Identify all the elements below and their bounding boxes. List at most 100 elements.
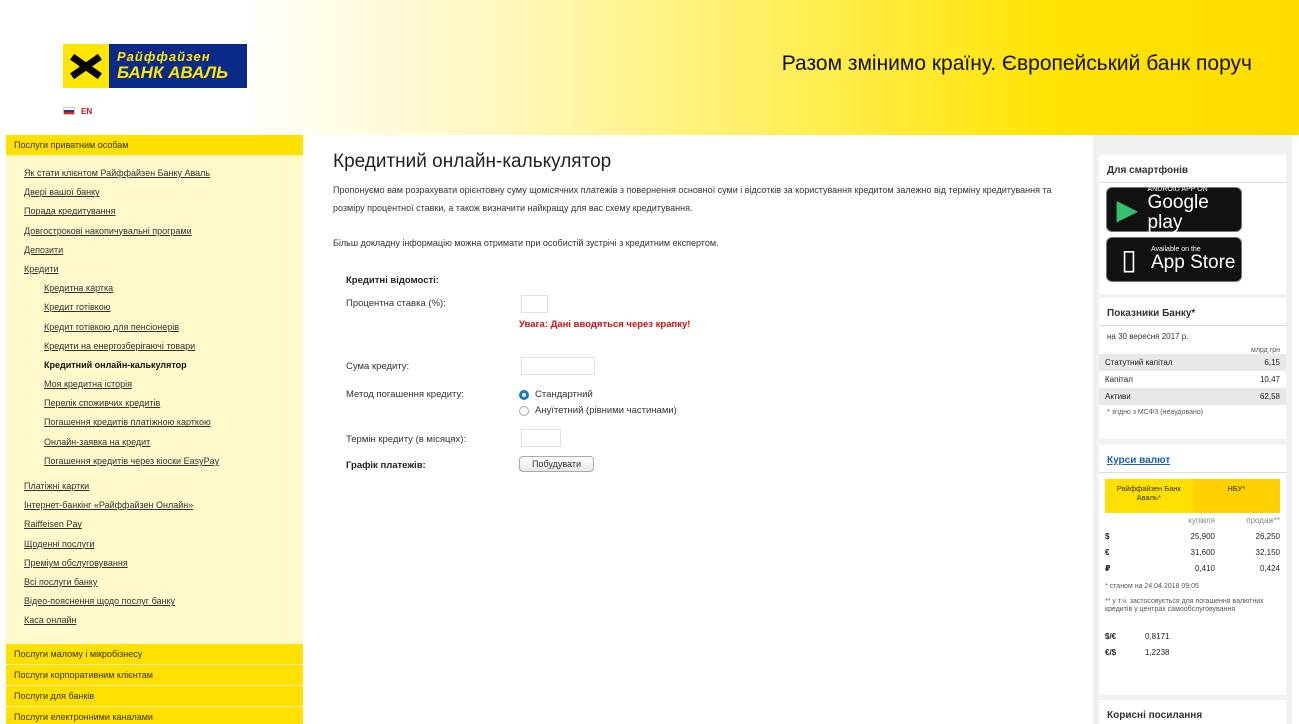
rates-buy-label: купівля: [1188, 516, 1215, 525]
nav-item[interactable]: Порада кредитування: [24, 202, 303, 221]
nav-item[interactable]: Двері вашої банку: [24, 183, 303, 202]
nav-item[interactable]: Як стати клієнтом Райффайзен Банку Аваль: [24, 164, 303, 183]
rate-sell: 0,424: [1259, 564, 1280, 573]
indicators-heading: Показники Банку*: [1099, 298, 1286, 326]
nav-category-private[interactable]: Послуги приватним особам: [6, 135, 303, 156]
logo-line-2: БАНК АВАЛЬ: [117, 62, 229, 82]
rate-sell: 26,250: [1255, 532, 1280, 541]
rate-buy: 0,410: [1194, 564, 1215, 573]
currency-symbol: $: [1105, 532, 1110, 541]
rates-header: Райффайзен Банк Аваль* НБУ*: [1105, 479, 1280, 513]
nav-category-corporate[interactable]: Послуги корпоративним клієнтам: [6, 665, 303, 686]
method-radio-standard[interactable]: Стандартний: [519, 389, 593, 400]
app-store-button[interactable]: ▯ Available on the App Store: [1106, 237, 1242, 282]
nav-subitem[interactable]: Погашення кредитів через кіоски EasyPay: [24, 452, 303, 471]
currency-symbol: €: [1105, 548, 1110, 557]
indicator-name: Статутний капітал: [1105, 358, 1173, 367]
term-input[interactable]: [521, 429, 561, 447]
amount-input[interactable]: [521, 357, 595, 375]
build-schedule-button[interactable]: Побудувати: [519, 456, 594, 472]
site-header: Райффайзен БАНК АВАЛЬ EN Разом змінимо к…: [0, 0, 1299, 135]
nav-item[interactable]: Raiffeisen Pay: [24, 515, 303, 534]
cross-value: 0,8171: [1145, 631, 1170, 641]
indicator-value: 6,15: [1264, 358, 1280, 367]
rate-input[interactable]: [521, 295, 548, 313]
nav-item[interactable]: Депозити: [24, 241, 303, 260]
nav-item[interactable]: Відео-пояснення щодо послуг банку: [24, 592, 303, 611]
nav-subitem[interactable]: Кредит готівкою: [24, 298, 303, 317]
method-option-label: Ануїтетний (рівними частинами): [535, 405, 677, 416]
nav-subitem[interactable]: Моя кредитна історія: [24, 375, 303, 394]
nav-categories-bottom: Послуги малому і мікробізнесу Послуги ко…: [6, 644, 303, 724]
rates-col-nbu[interactable]: НБУ*: [1192, 479, 1280, 513]
indicator-row: Активи 62,58: [1099, 388, 1286, 405]
lang-en-link[interactable]: EN: [81, 107, 92, 116]
nav-item[interactable]: Каса онлайн: [24, 611, 303, 630]
nav-subitem[interactable]: Кредити на енергозберігаючі товари: [24, 337, 303, 356]
intro-paragraph: Пропонуємо вам розрахувати орієнтовну су…: [333, 185, 1052, 213]
indicators-note: * згідно з МСФЗ (неаудовано): [1107, 409, 1204, 416]
nav-subitem[interactable]: Кредитна картка: [24, 279, 303, 298]
radio-unchecked-icon[interactable]: [519, 405, 529, 416]
rate-buy: 25,900: [1190, 532, 1215, 541]
apps-heading: Для смартфонів: [1099, 155, 1286, 183]
nav-item[interactable]: Преміум обслуговування: [24, 554, 303, 573]
decimal-warning: Увага: Дані вводяться через крапку!: [519, 319, 691, 330]
rate-row: €31,600 32,150: [1099, 545, 1286, 561]
nav-item[interactable]: Інтернет-банкінг «Райффайзен Онлайн»: [24, 496, 303, 515]
rates-col-bank[interactable]: Райффайзен Банк Аваль*: [1105, 479, 1193, 513]
method-option-label: Стандартний: [535, 389, 593, 400]
nav-item-credits[interactable]: Кредити: [24, 260, 303, 279]
currency-symbol: ₽: [1105, 564, 1111, 573]
schedule-label: Графік платежів:: [346, 460, 426, 471]
rates-usage-note: ** у т.ч. застосовується для погашення в…: [1105, 598, 1264, 614]
radio-checked-icon[interactable]: [519, 389, 529, 400]
header-slogan: Разом змінимо країну. Європейський банк …: [781, 52, 1252, 75]
nav-subitem-active[interactable]: Кредитний онлайн-калькулятор: [24, 356, 303, 375]
useful-links-heading: Корисні посилання: [1107, 710, 1203, 721]
rates-heading-link[interactable]: Курси валют: [1099, 445, 1286, 473]
nav-category-small-business[interactable]: Послуги малому і мікробізнесу: [6, 644, 303, 665]
google-play-text: Google play: [1147, 192, 1209, 234]
rate-row: ₽0,410 0,424: [1099, 561, 1286, 577]
nav-subitem[interactable]: Перелік споживчих кредитів: [24, 394, 303, 413]
flag-ru-icon[interactable]: [63, 107, 75, 115]
google-play-button[interactable]: ▶ ANDROID APP ON Google play: [1106, 186, 1242, 234]
bank-logo[interactable]: Райффайзен БАНК АВАЛЬ: [63, 44, 247, 88]
indicator-name: Капітал: [1105, 375, 1133, 384]
indicator-value: 62,58: [1259, 392, 1280, 401]
cross-pair: $/€: [1105, 631, 1117, 641]
phone-icon: ▯: [1121, 244, 1137, 275]
nav-item[interactable]: Всі послуги банку: [24, 573, 303, 592]
indicators-date: на 30 вересня 2017 р.: [1107, 332, 1189, 341]
nav-item[interactable]: Платіжні картки: [24, 477, 303, 496]
method-radio-annuity[interactable]: Ануїтетний (рівними частинами): [519, 405, 677, 416]
method-label: Метод погашення кредиту:: [346, 389, 464, 400]
cross-rate-row: $/€ 0,8171: [1099, 629, 1286, 645]
rates-sell-label: продаж**: [1246, 516, 1280, 525]
nav-subitem[interactable]: Кредит готівкою для пенсіонерів: [24, 318, 303, 337]
useful-links-box: Корисні посилання: [1099, 700, 1286, 724]
cross-rate-row: €/$ 1,2238: [1099, 645, 1286, 661]
nav-subitem[interactable]: Онлайн-заявка на кредит: [24, 433, 303, 452]
nav-item[interactable]: Довгострокові накопичувальні програми: [24, 222, 303, 241]
indicator-value: 10,47: [1259, 375, 1280, 384]
rate-label: Процентна ставка (%):: [346, 298, 446, 309]
right-sidebar: Для смартфонів ▶ ANDROID APP ON Google pl…: [1093, 135, 1292, 724]
rate-sell: 32,150: [1255, 548, 1280, 557]
nav-category-banks[interactable]: Послуги для банків: [6, 686, 303, 707]
language-switcher: EN: [63, 107, 92, 116]
nav-item[interactable]: Щоденні послуги: [24, 535, 303, 554]
cross-value: 1,2238: [1145, 647, 1170, 657]
exchange-rates-box: Курси валют Райффайзен Банк Аваль* НБУ* …: [1099, 445, 1286, 695]
indicators-unit: млрд грн: [1251, 347, 1280, 354]
indicator-row: Капітал 10,47: [1099, 371, 1286, 388]
nav-subitem[interactable]: Погашення кредитів платіжною карткою: [24, 413, 303, 432]
apps-box: Для смартфонів ▶ ANDROID APP ON Google pl…: [1099, 155, 1286, 294]
info-paragraph: Більш докладну інформацію можна отримати…: [333, 238, 719, 248]
rates-timestamp-note: * станом на 24.04.2018 09:05: [1105, 583, 1199, 590]
app-store-text: App Store: [1151, 252, 1236, 274]
page-title: Кредитний онлайн-калькулятор: [333, 151, 612, 172]
cross-pair: €/$: [1105, 647, 1117, 657]
nav-category-electronic[interactable]: Послуги електронними каналами: [6, 707, 303, 724]
